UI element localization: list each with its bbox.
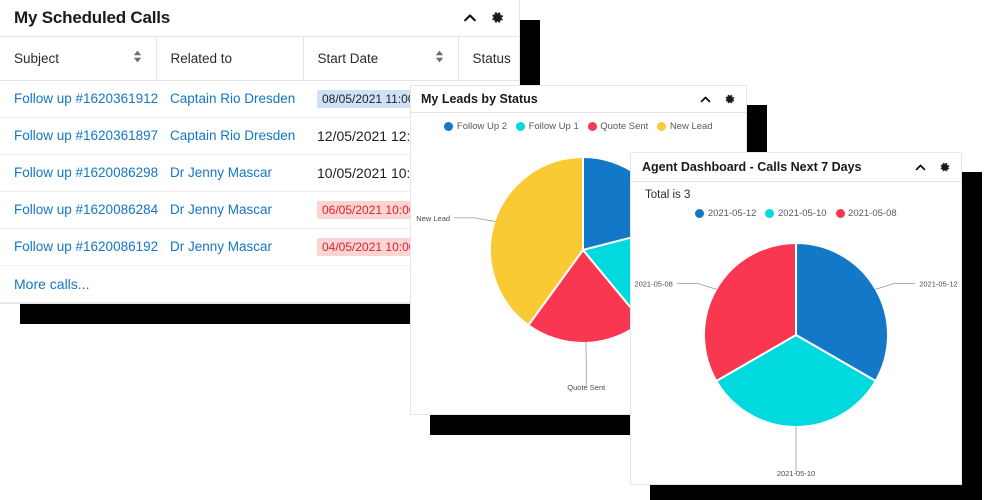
leads-panel-title: My Leads by Status [421, 92, 538, 106]
legend-color-dot [587, 122, 597, 131]
column-label-related-to: Related to [170, 50, 233, 66]
legend-color-dot [516, 122, 526, 131]
legend-color-dot [765, 209, 775, 218]
chevron-up-icon[interactable] [699, 93, 712, 106]
legend-item[interactable]: Quote Sent [587, 121, 649, 132]
cell-related-to: Captain Rio Dresden [156, 117, 303, 155]
legend-item[interactable]: New Lead [657, 121, 713, 132]
legend-color-dot [835, 209, 845, 218]
pie-svg: 2021-05-12 2021-05-10 2021-05-08 [634, 241, 958, 477]
legend-item[interactable]: 2021-05-08 [835, 208, 897, 219]
cell-subject: Follow up #1620361912 [0, 80, 158, 118]
related-to-link[interactable]: Dr Jenny Mascar [170, 239, 272, 254]
start-date-badge: 06/05/2021 10:00 [317, 200, 421, 219]
agent-panel-header: Agent Dashboard - Calls Next 7 Days [631, 153, 961, 182]
calls-header-actions [462, 10, 505, 26]
subject-link[interactable]: Follow up #1620086298 [14, 165, 158, 180]
pie-label-leader-line [454, 217, 496, 222]
cell-subject: Follow up #1620361897 [0, 117, 158, 155]
legend-color-dot [657, 122, 667, 131]
gear-icon[interactable] [723, 93, 736, 106]
dashboard-stage: My Scheduled Calls Subject Related to St… [0, 0, 1000, 500]
legend-item[interactable]: 2021-05-12 [695, 208, 756, 219]
related-to-link[interactable]: Dr Jenny Mascar [170, 202, 272, 217]
legend-label: 2021-05-08 [848, 208, 897, 219]
cell-related-to: Dr Jenny Mascar [156, 154, 303, 192]
legend-item[interactable]: Follow Up 2 [444, 121, 507, 132]
pie-slice-label: Quote Sent [567, 383, 606, 392]
legend-label: Follow Up 1 [528, 121, 579, 132]
agent-total-text: Total is 3 [645, 189, 691, 201]
agent-chart-body: Total is 3 2021-05-12 2021-05-10 2021-05-0… [631, 182, 961, 477]
subject-link[interactable]: Follow up #1620086192 [14, 239, 158, 254]
legend-item[interactable]: Follow Up 1 [516, 121, 579, 132]
cell-related-to: Dr Jenny Mascar [156, 191, 303, 229]
more-calls-link[interactable]: More calls... [14, 276, 89, 292]
sort-icon[interactable] [125, 50, 142, 66]
pie-slice-label: 2021-05-12 [919, 280, 957, 289]
column-header-start-date[interactable]: Start Date [303, 37, 459, 81]
leads-chart-legend: Follow Up 2 Follow Up 1 Quote Sent New Lead [411, 113, 746, 132]
agent-header-actions [914, 161, 951, 174]
agent-panel-title: Agent Dashboard - Calls Next 7 Days [642, 160, 862, 174]
pie-slice-label: 2021-05-10 [777, 469, 815, 477]
agent-chart-legend: 2021-05-12 2021-05-10 2021-05-08 [631, 201, 961, 219]
column-header-subject[interactable]: Subject [0, 37, 157, 81]
related-to-link[interactable]: Dr Jenny Mascar [170, 165, 272, 180]
cell-subject: Follow up #1620086192 [0, 228, 158, 266]
column-header-status[interactable]: Status [458, 37, 520, 81]
pie-label-leader-line [874, 283, 916, 290]
legend-color-dot [695, 209, 705, 218]
cell-related-to: Dr Jenny Mascar [156, 228, 303, 266]
legend-label: 2021-05-12 [707, 208, 757, 219]
legend-color-dot [444, 122, 454, 131]
start-date-badge: 04/05/2021 10:00 [317, 237, 421, 256]
cell-subject: Follow up #1620086298 [0, 154, 158, 192]
pie-label-leader-line [676, 283, 718, 290]
related-to-link[interactable]: Captain Rio Dresden [170, 91, 295, 106]
leads-panel-header: My Leads by Status [411, 86, 746, 113]
subject-link[interactable]: Follow up #1620361897 [14, 128, 158, 143]
legend-label: Follow Up 2 [456, 121, 508, 132]
related-to-link[interactable]: Captain Rio Dresden [170, 128, 295, 143]
cell-subject: Follow up #1620086284 [0, 191, 158, 229]
pie-slice-label: 2021-05-08 [634, 280, 672, 289]
start-date-badge: 08/05/2021 11:00 [317, 89, 420, 108]
column-label-status: Status [472, 50, 511, 66]
chevron-up-icon[interactable] [462, 10, 478, 26]
calls-panel-header: My Scheduled Calls [0, 0, 519, 37]
pie-slice-label: New Lead [416, 214, 450, 223]
legend-label: 2021-05-10 [777, 208, 827, 219]
calls-panel-title: My Scheduled Calls [14, 8, 171, 27]
agent-dashboard-panel: Agent Dashboard - Calls Next 7 Days Tota… [630, 152, 962, 485]
column-label-subject: Subject [14, 50, 60, 66]
calls-table-header-row: Subject Related to Start Date Status [0, 37, 520, 81]
column-header-related-to[interactable]: Related to [156, 37, 304, 81]
agent-pie-chart[interactable]: 2021-05-12 2021-05-10 2021-05-08 [631, 219, 961, 477]
legend-label: New Lead [669, 121, 713, 132]
chevron-up-icon[interactable] [914, 161, 927, 174]
subject-link[interactable]: Follow up #1620086284 [14, 202, 158, 217]
legend-item[interactable]: 2021-05-10 [765, 208, 827, 219]
gear-icon[interactable] [938, 161, 951, 174]
column-label-start-date: Start Date [317, 50, 379, 66]
cell-related-to: Captain Rio Dresden [156, 80, 303, 118]
gear-icon[interactable] [489, 10, 505, 26]
sort-icon[interactable] [427, 50, 444, 66]
subject-link[interactable]: Follow up #1620361912 [14, 91, 158, 106]
leads-header-actions [699, 93, 736, 106]
legend-label: Quote Sent [600, 121, 649, 132]
